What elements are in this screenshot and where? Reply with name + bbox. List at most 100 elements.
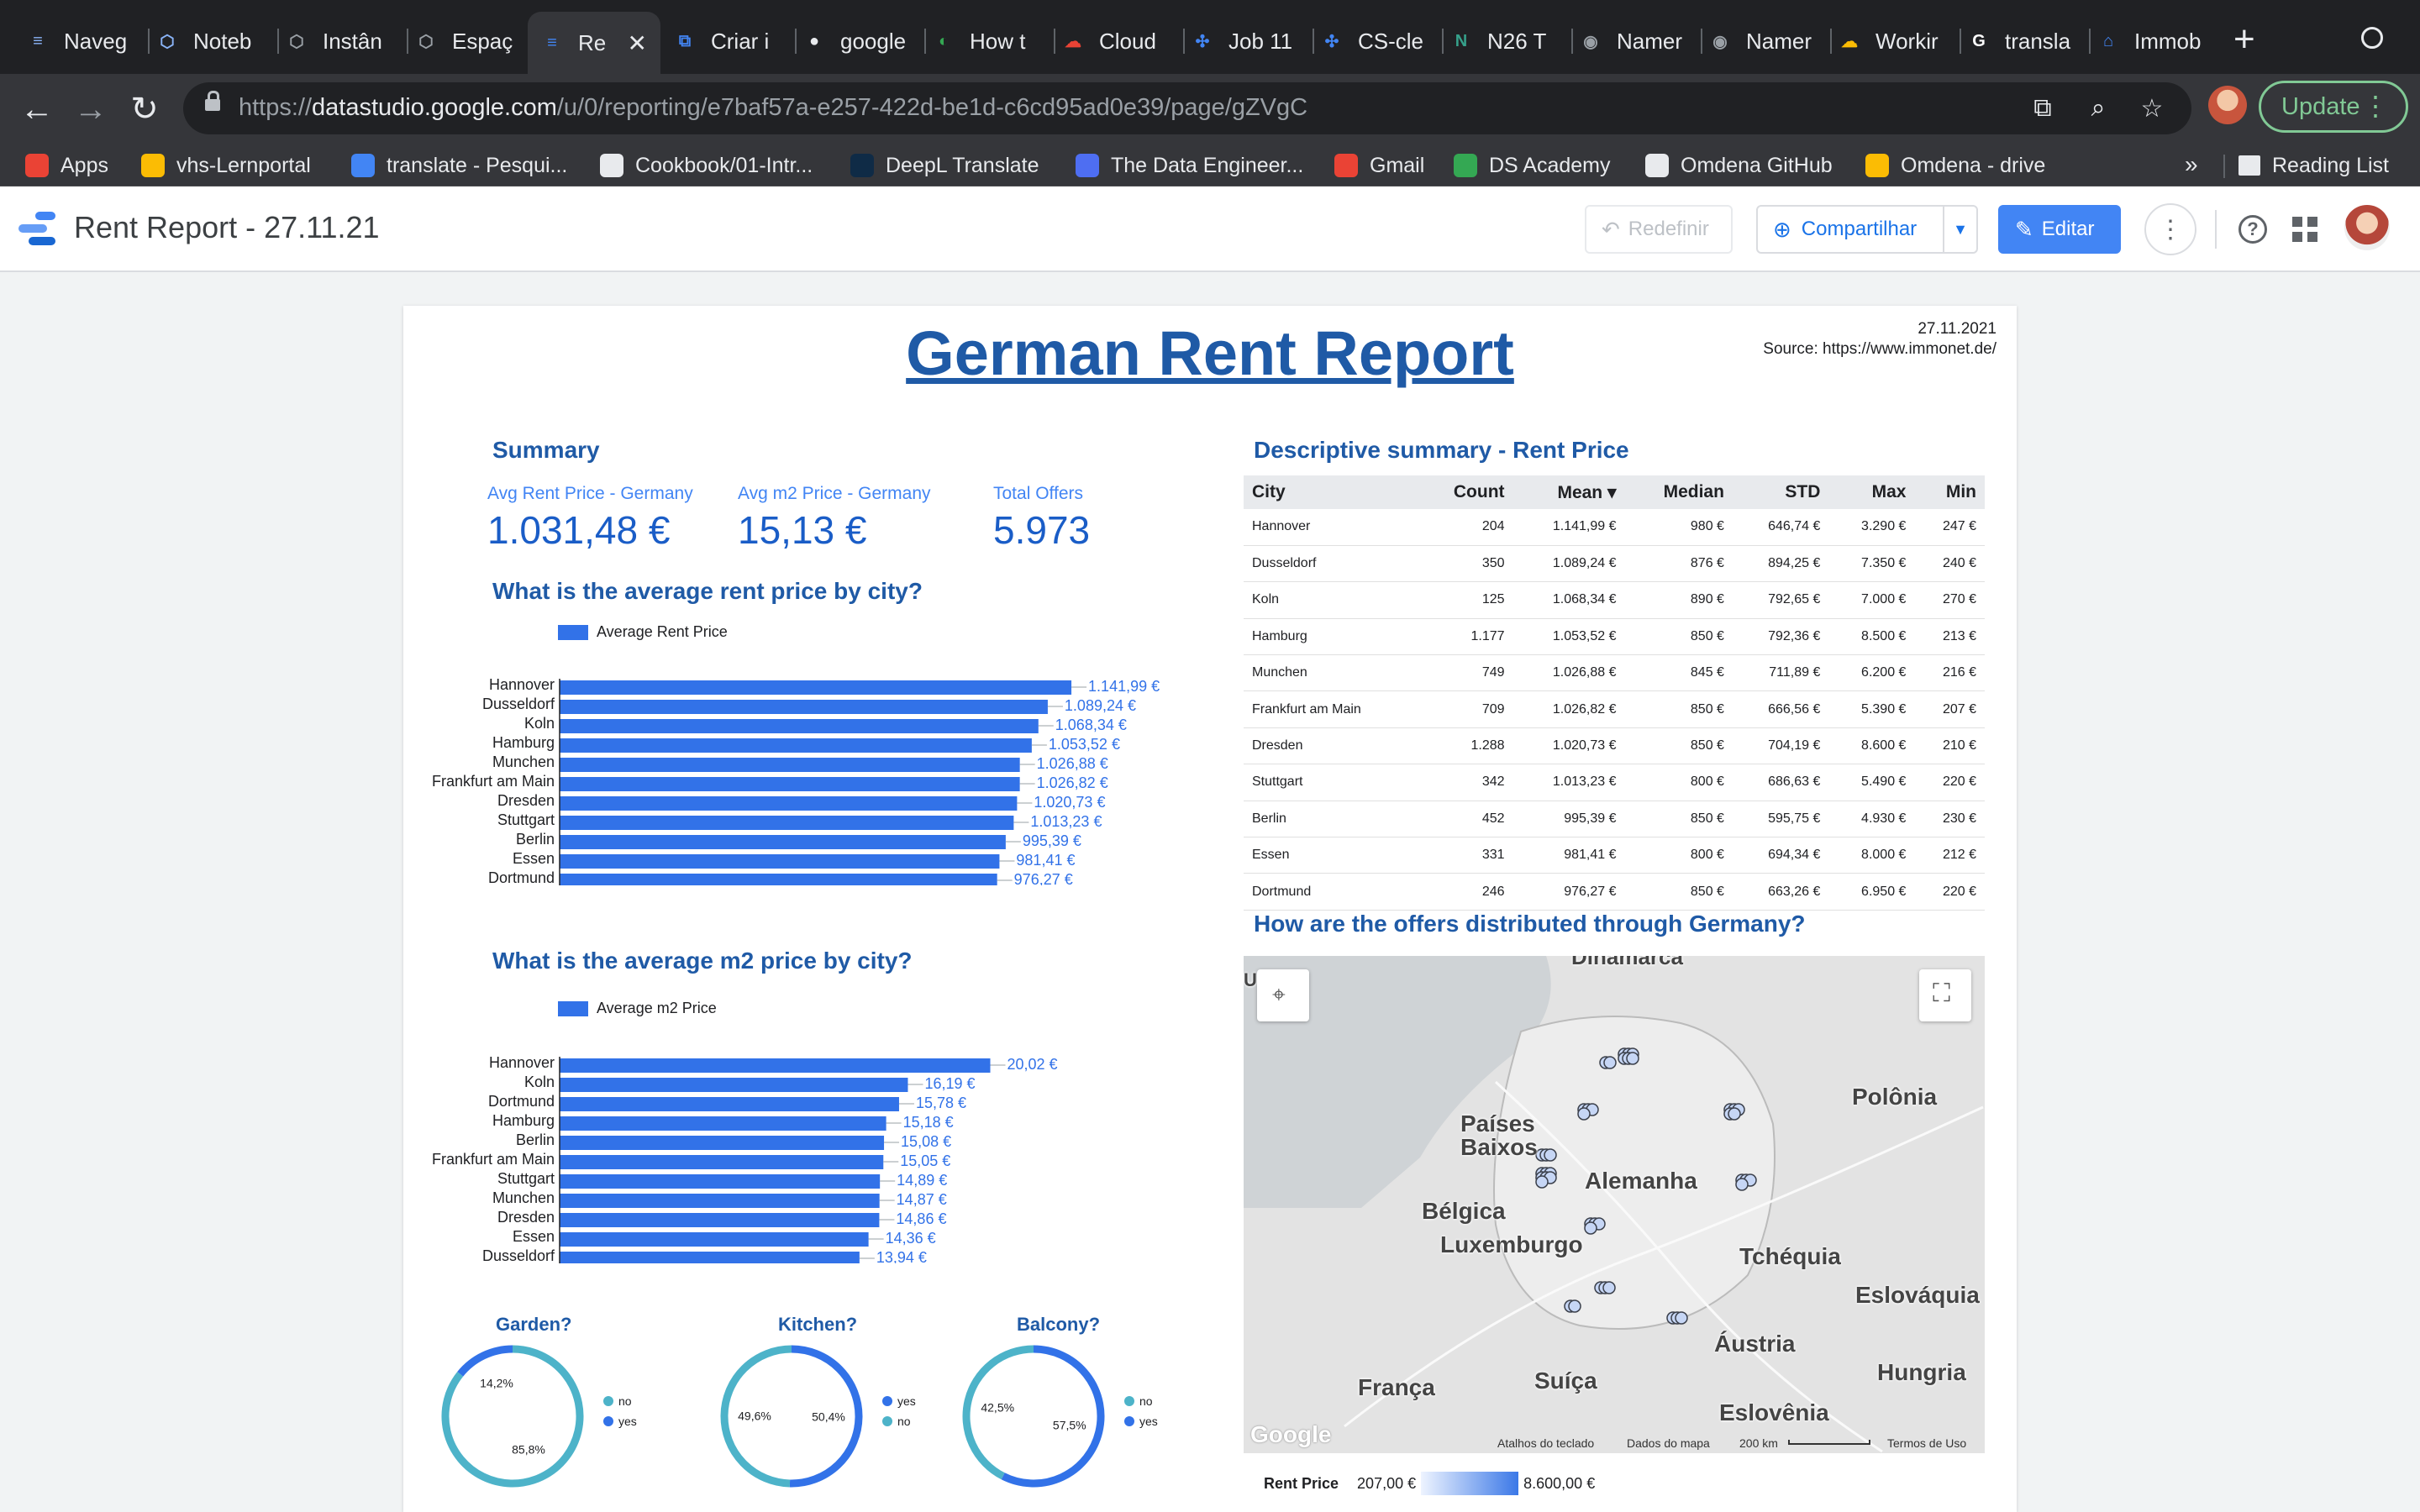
garden-donut-chart[interactable]: 85,8% 14,2% no yes — [437, 1341, 672, 1509]
reading-list-button[interactable]: Reading List — [2238, 150, 2389, 181]
map-offer-marker[interactable] — [1577, 1107, 1591, 1121]
table-row[interactable]: Stuttgart 342 1.013,23 €800 €686,63 €5.490… — [1244, 764, 1985, 801]
m2-bar-chart[interactable]: Hannover 20,02 € Koln 16,19 € Dortmund 15,78 … — [403, 1028, 1210, 1263]
browser-tab[interactable]: ⧉ Criar i — [672, 15, 781, 67]
bar[interactable] — [560, 1078, 908, 1092]
browser-tab[interactable]: ≡ Naveg — [25, 15, 134, 67]
browser-tab[interactable]: Gtransla — [1966, 15, 2075, 67]
map-data-link[interactable]: Dados do mapa — [1627, 1436, 1710, 1450]
map-offer-marker[interactable] — [1602, 1281, 1616, 1294]
browser-tab[interactable]: ⬡ Instân — [284, 15, 393, 67]
bar[interactable] — [560, 700, 1048, 714]
bar[interactable] — [560, 738, 1032, 753]
bar[interactable] — [560, 1252, 860, 1263]
bar[interactable] — [560, 1174, 881, 1189]
bookmark-item[interactable]: Apps — [25, 150, 108, 181]
map-offer-marker[interactable] — [1568, 1299, 1581, 1313]
fullscreen-button[interactable]: ⛶ — [1919, 969, 1971, 1021]
help-icon[interactable]: ? — [2238, 215, 2267, 244]
browser-tab[interactable]: ⬡ Noteb — [155, 15, 264, 67]
bookmark-item[interactable]: vhs-Lernportal — [141, 150, 311, 181]
bar[interactable] — [560, 796, 1018, 811]
bar[interactable] — [560, 1097, 899, 1111]
table-row[interactable]: Frankfurt am Main 709 1.026,82 €850 €666,5… — [1244, 690, 1985, 728]
bookmark-item[interactable]: Cookbook/01-Intr... — [600, 150, 813, 181]
bar[interactable] — [560, 1232, 869, 1247]
update-button[interactable]: Update ⋮ — [2259, 81, 2408, 133]
donut-slice[interactable] — [457, 1345, 513, 1377]
table-row[interactable]: Hannover 204 1.141,99 €980 €646,74 €3.290 … — [1244, 509, 1985, 546]
share-dropdown-icon[interactable]: ▼ — [1943, 207, 1976, 252]
kitchen-donut-chart[interactable]: 50,4% 49,6% yes no — [716, 1341, 951, 1509]
column-header[interactable]: Mean ▾ — [1512, 475, 1625, 509]
bar[interactable] — [560, 1155, 884, 1169]
bookmark-star-icon[interactable]: ☆ — [2138, 94, 2166, 123]
map-offer-marker[interactable] — [1603, 1056, 1617, 1069]
zoom-icon[interactable]: ⌕ — [2084, 94, 2112, 123]
bar[interactable] — [560, 758, 1020, 772]
map-offer-marker[interactable] — [1735, 1178, 1749, 1191]
bookmark-item[interactable]: Gmail — [1334, 150, 1424, 181]
edit-button[interactable]: ✎ Editar — [1998, 205, 2121, 254]
map-offer-marker[interactable] — [1535, 1175, 1549, 1189]
bar[interactable] — [560, 1136, 885, 1150]
profile-avatar[interactable] — [2208, 86, 2247, 124]
forward-button[interactable]: → — [67, 86, 114, 133]
bookmark-item[interactable]: Omdena GitHub — [1645, 150, 1833, 181]
map-offer-marker[interactable] — [1626, 1052, 1639, 1065]
keyboard-shortcuts-link[interactable]: Atalhos do teclado — [1497, 1436, 1594, 1450]
tab-search-icon[interactable] — [2361, 27, 2383, 49]
table-row[interactable]: Dusseldorf 350 1.089,24 €876 €894,25 €7.35… — [1244, 545, 1985, 583]
table-row[interactable]: Dortmund 246 976,27 €850 €663,26 €6.950 €2… — [1244, 873, 1985, 911]
browser-tab[interactable]: ● google — [802, 15, 911, 67]
map-offer-marker[interactable] — [1675, 1311, 1688, 1325]
browser-tab[interactable]: ◐ How t — [931, 15, 1040, 67]
locate-me-button[interactable]: ⌖ — [1257, 969, 1309, 1021]
bar[interactable] — [560, 874, 997, 885]
tab-close-icon[interactable]: ✕ — [628, 29, 647, 57]
browser-tab[interactable]: N N26 T — [1449, 15, 1558, 67]
browser-tab[interactable]: ✣ Job 11 — [1190, 15, 1299, 67]
bookmark-item[interactable]: Omdena - drive — [1865, 150, 2045, 181]
map-offer-marker[interactable] — [1728, 1107, 1741, 1121]
column-header[interactable]: City — [1244, 475, 1419, 509]
table-row[interactable]: Koln 125 1.068,34 €890 €792,65 €7.000 €270… — [1244, 581, 1985, 619]
report-name[interactable]: Rent Report - 27.11.21 — [74, 210, 380, 245]
google-logo[interactable]: Google — [1250, 1421, 1331, 1448]
bookmarks-overflow-button[interactable]: » — [2185, 151, 2198, 178]
browser-tab[interactable]: ◉ Namer — [1707, 15, 1817, 67]
user-avatar[interactable] — [2344, 205, 2390, 250]
url-text[interactable]: https://datastudio.google.com/u/0/report… — [239, 94, 1307, 122]
more-options-button[interactable]: ⋮ — [2144, 203, 2196, 255]
reset-button[interactable]: ↶ Redefinir — [1585, 205, 1733, 254]
bar[interactable] — [560, 680, 1072, 695]
browser-tab[interactable]: ⌂ Immob — [2096, 15, 2205, 67]
browser-tab[interactable]: ✣ CS-cle — [1319, 15, 1428, 67]
browser-tab[interactable]: ☁ Cloud — [1060, 15, 1170, 67]
bar[interactable] — [560, 1116, 886, 1131]
share-button[interactable]: ⊕ Compartilhar ▼ — [1756, 205, 1978, 254]
bar[interactable] — [560, 1058, 991, 1073]
column-header[interactable]: Count — [1418, 475, 1513, 509]
map-offer-marker[interactable] — [1544, 1148, 1557, 1162]
bookmark-item[interactable]: DS Academy — [1454, 150, 1611, 181]
column-header[interactable]: Max — [1828, 475, 1915, 509]
terms-of-use-link[interactable]: Termos de Uso — [1887, 1436, 1966, 1450]
bar[interactable] — [560, 719, 1039, 733]
browser-tab[interactable]: ◉ Namer — [1578, 15, 1687, 67]
bookmark-item[interactable]: DeepL Translate — [850, 150, 1039, 181]
donut-slice[interactable] — [1001, 1345, 1105, 1488]
column-header[interactable]: Median — [1624, 475, 1733, 509]
new-tab-button[interactable]: + — [2233, 18, 2255, 60]
bar[interactable] — [560, 1194, 880, 1208]
bookmark-item[interactable]: translate - Pesqui... — [351, 150, 567, 181]
bar[interactable] — [560, 1213, 880, 1227]
bar[interactable] — [560, 777, 1020, 791]
address-bar[interactable]: https://datastudio.google.com/u/0/report… — [183, 82, 2191, 134]
column-header[interactable]: STD — [1732, 475, 1829, 509]
bar[interactable] — [560, 816, 1014, 830]
apps-grid-icon[interactable] — [2292, 217, 2317, 242]
table-row[interactable]: Dresden 1.288 1.020,73 €850 €704,19 €8.600… — [1244, 727, 1985, 765]
reload-button[interactable]: ↻ — [121, 86, 168, 133]
bookmark-item[interactable]: The Data Engineer... — [1076, 150, 1303, 181]
